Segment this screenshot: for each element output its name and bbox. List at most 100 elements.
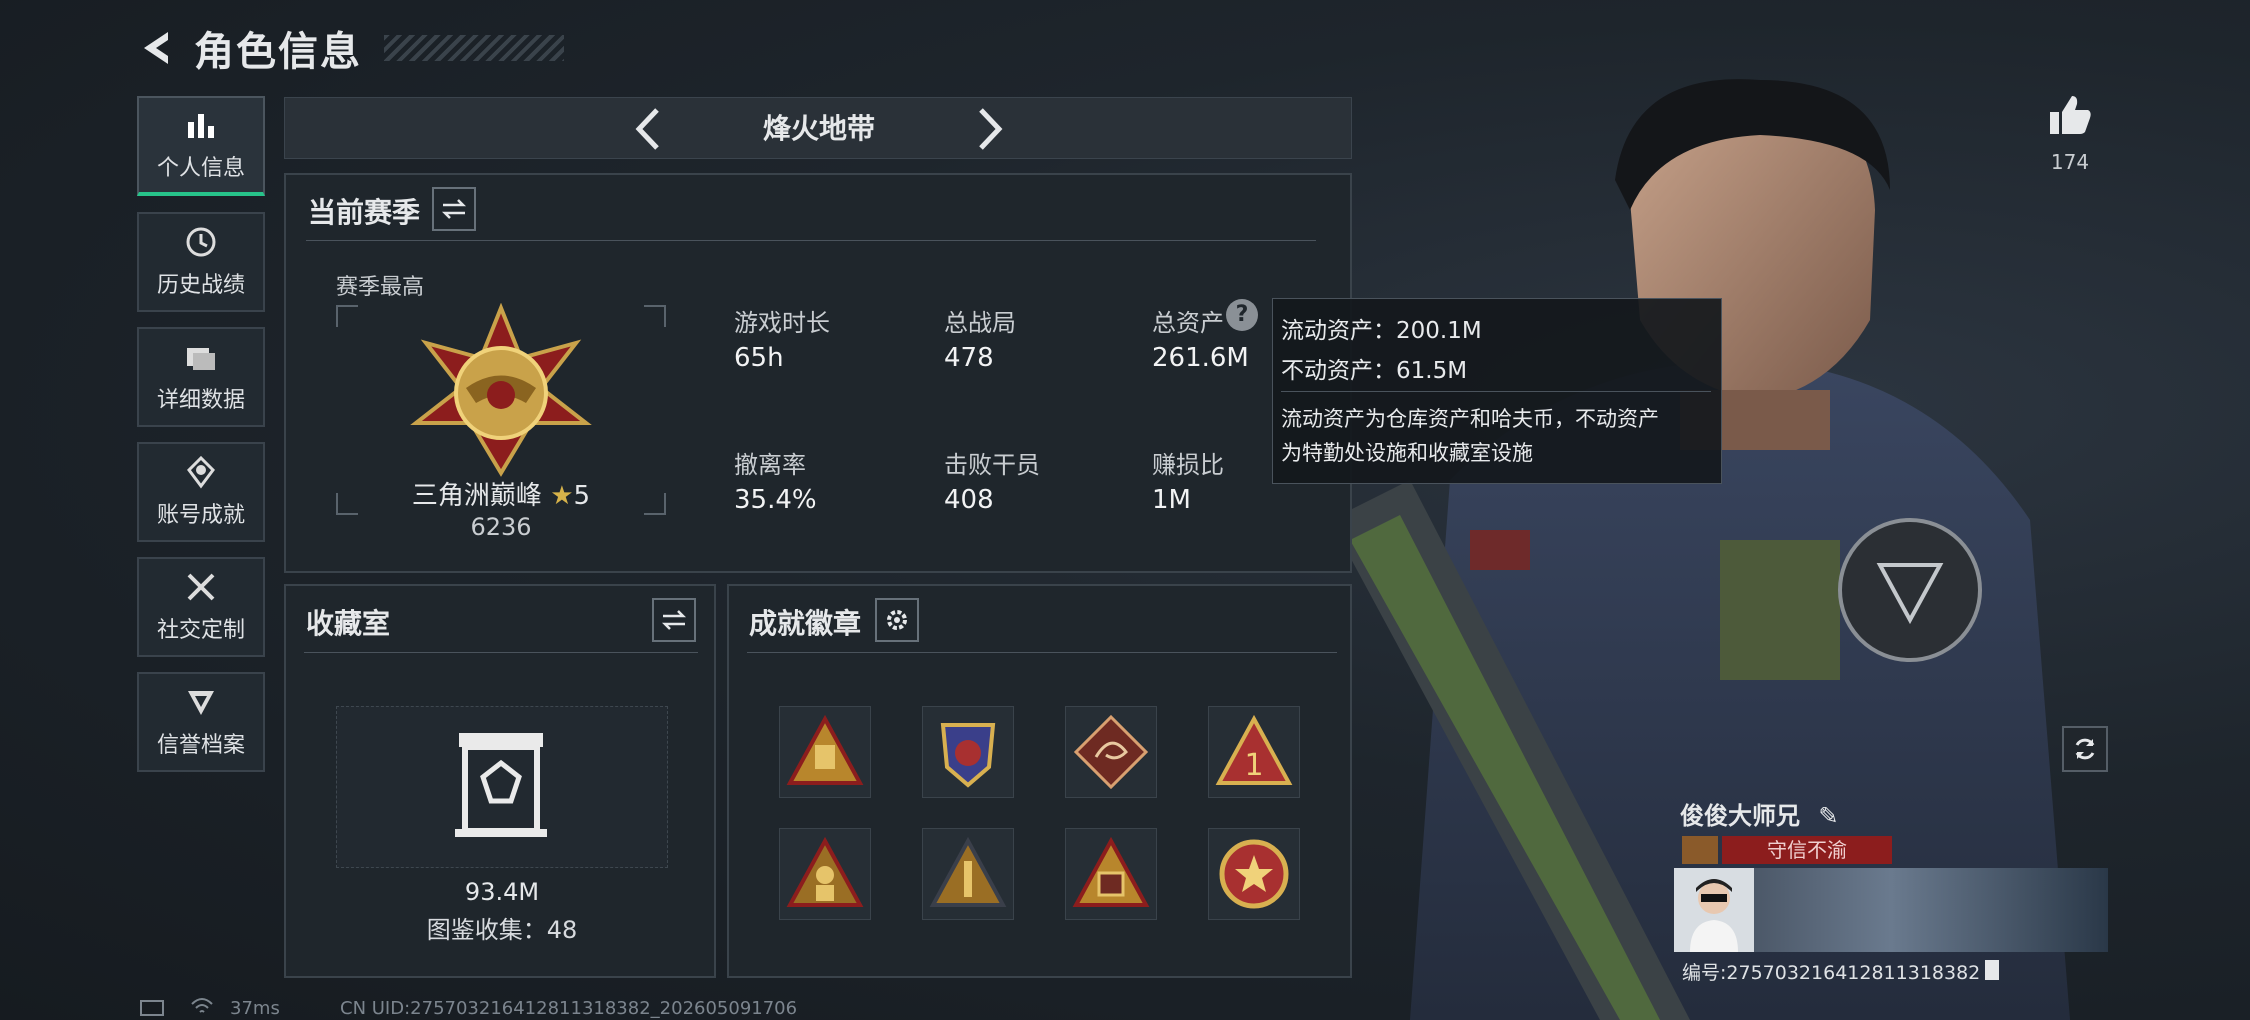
star-emblem-badge-icon (1219, 839, 1289, 909)
achievement-badge[interactable] (1065, 828, 1157, 920)
folder-icon (187, 348, 215, 370)
ping-text: 37ms (230, 998, 280, 1019)
sidebar-item-label: 个人信息 (156, 156, 245, 181)
swap-icon (661, 610, 687, 630)
achievement-badge[interactable]: 1 (1208, 706, 1300, 798)
tooltip-description: 为特勤处设施和收藏室设施 (1281, 441, 1533, 465)
sidebar-item-label: 历史战绩 (156, 273, 245, 298)
achievement-badge[interactable] (1208, 828, 1300, 920)
chevron-right-icon[interactable] (965, 104, 1013, 154)
tooltip-description: 流动资产为仓库资产和哈夫币，不动资产 (1281, 407, 1659, 431)
rotate-icon (2075, 738, 2095, 760)
achievement-badge[interactable] (922, 706, 1014, 798)
player-uid: 编号:275703216412811318382 (1682, 962, 1981, 984)
rank-medal-icon (410, 303, 592, 477)
title-emblem-icon (1682, 836, 1718, 864)
rank-name-row: 三角洲巅峰 ★5 (336, 475, 666, 512)
swap-icon (441, 199, 467, 219)
player-name-row: 俊俊大师兄 ✎ (1680, 796, 1838, 831)
badges-title: 成就徽章 (749, 607, 862, 640)
achievement-badge[interactable] (1065, 706, 1157, 798)
copy-icon[interactable] (1985, 960, 1999, 980)
top-bar: 角色信息 (138, 18, 564, 78)
like-count: 174 (2050, 150, 2090, 174)
badges-settings-button[interactable] (875, 598, 919, 642)
fixed-assets: 不动资产：61.5M (1281, 358, 1468, 384)
box-badge-icon (1072, 836, 1150, 907)
vault-icon (455, 733, 547, 837)
achievement-icon (187, 455, 215, 489)
season-best-label: 赛季最高 (336, 275, 425, 300)
rank-stars: 5 (573, 481, 591, 511)
help-icon[interactable]: ? (1226, 299, 1258, 331)
badges-panel: 成就徽章 1 (727, 584, 1352, 978)
shield-badge-icon (940, 723, 996, 788)
rocket-badge-icon (929, 836, 1007, 907)
collection-panel: 收藏室 93.4M 图鉴收集：48 (284, 584, 716, 978)
achievement-badge[interactable] (922, 828, 1014, 920)
back-arrow-icon[interactable] (138, 28, 174, 68)
sidebar-item-history[interactable]: 历史战绩 (137, 212, 265, 312)
triangle-badge-icon (786, 714, 864, 785)
tools-icon (187, 573, 215, 601)
collection-value: 93.4M (464, 878, 540, 906)
cn-uid-text: CN UID:275703216412811318382_20260509170… (340, 998, 798, 1019)
mode-title: 烽火地带 (762, 112, 875, 145)
collection-room-preview[interactable] (336, 706, 668, 868)
thumbs-up-icon[interactable] (2048, 94, 2092, 136)
stat-label: 赚损比 (1152, 451, 1224, 479)
achievement-badge[interactable] (779, 706, 871, 798)
sidebar-item-label: 社交定制 (156, 618, 245, 643)
stat-value: 478 (944, 343, 994, 373)
dragon-badge-icon (1073, 714, 1149, 790)
liquid-assets: 流动资产：200.1M (1281, 318, 1482, 344)
mode-selector: 烽火地带 (284, 97, 1352, 159)
collection-title: 收藏室 (306, 607, 391, 640)
divider (304, 652, 698, 653)
sidebar-item-details[interactable]: 详细数据 (137, 327, 265, 427)
player-banner[interactable] (1674, 868, 2108, 952)
player-name: 俊俊大师兄 (1680, 802, 1800, 830)
stat-value: 35.4% (734, 485, 817, 515)
bar-chart-icon (188, 114, 214, 138)
rank-score: 6236 (470, 513, 532, 541)
sidebar-item-label: 详细数据 (156, 388, 245, 413)
sidebar-item-achievements[interactable]: 账号成就 (137, 442, 265, 542)
chevron-left-icon[interactable] (625, 104, 673, 154)
divider (306, 240, 1316, 241)
avatar-figure-icon (1690, 879, 1738, 952)
rotate-button[interactable] (2062, 726, 2108, 772)
stat-label: 总战局 (944, 309, 1016, 337)
soldier-badge-icon (786, 836, 864, 907)
wifi-icon (191, 998, 213, 1013)
divider (1281, 391, 1711, 392)
gear-icon (887, 610, 907, 630)
stat-value: 65h (734, 343, 784, 373)
season-panel: 当前赛季 赛季最高 三角洲巅峰 ★5 6236 游戏时长 65h 总战局 478… (284, 173, 1352, 573)
stat-value: 1M (1152, 485, 1191, 515)
rank-one-badge-icon: 1 (1215, 714, 1293, 785)
stat-label: 游戏时长 (734, 309, 830, 337)
svg-text:1: 1 (1244, 748, 1263, 783)
stat-label: 总资产 (1152, 309, 1224, 337)
stat-value: 261.6M (1152, 343, 1249, 373)
stat-label: 撤离率 (734, 451, 806, 479)
achievement-badge[interactable] (779, 828, 871, 920)
battery-icon (140, 1000, 164, 1016)
stat-value: 408 (944, 485, 994, 515)
sidebar-item-social[interactable]: 社交定制 (137, 557, 265, 657)
sidebar-item-personal-info[interactable]: 个人信息 (137, 96, 265, 196)
title-badge: 守信不渝 (1722, 836, 1892, 864)
star-icon: ★ (550, 481, 574, 511)
collection-swap-button[interactable] (652, 598, 696, 642)
avatar[interactable] (1674, 868, 1754, 952)
edit-icon[interactable]: ✎ (1818, 802, 1838, 830)
divider (747, 652, 1337, 653)
season-title: 当前赛季 (308, 196, 421, 229)
season-swap-button[interactable] (432, 187, 476, 231)
sidebar-item-reputation[interactable]: 信誉档案 (137, 672, 265, 772)
title-decoration (384, 35, 564, 61)
rank-name: 三角洲巅峰 (411, 481, 542, 511)
collection-count: 图鉴收集：48 (426, 916, 578, 944)
sidebar-item-label: 账号成就 (156, 503, 245, 528)
